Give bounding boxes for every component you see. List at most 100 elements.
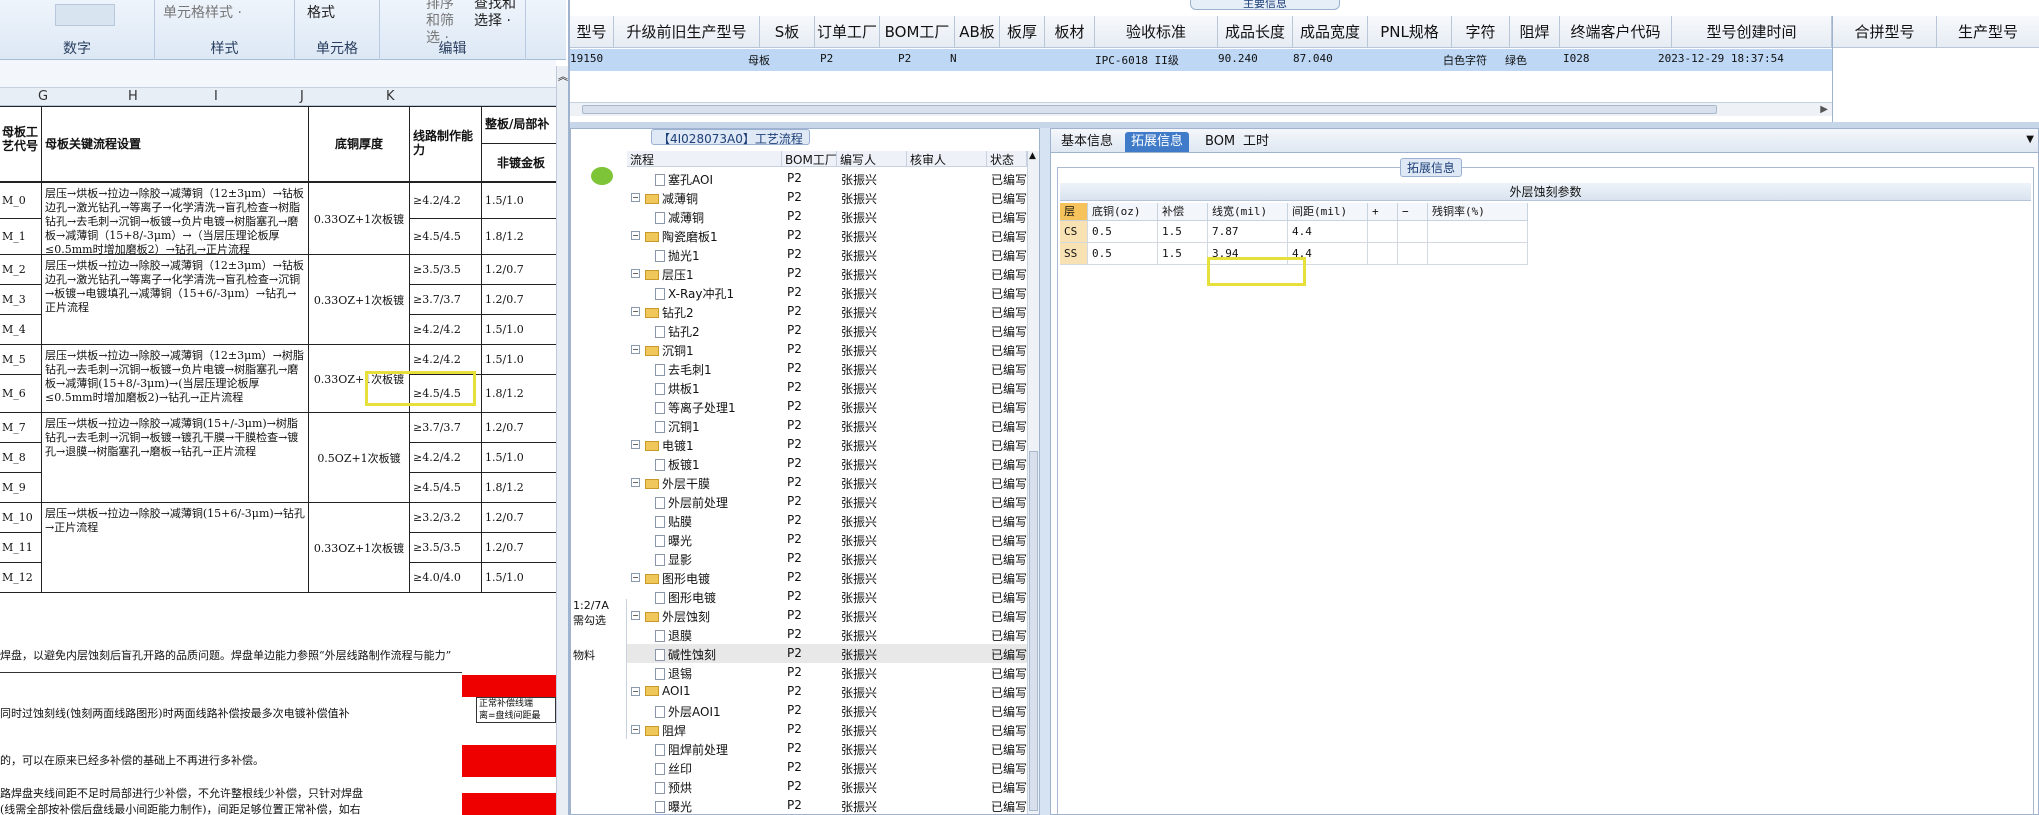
find-select-button[interactable]: 查找和选择 · [474, 0, 524, 30]
compensation-cell[interactable]: 1.5/1.0 [481, 562, 561, 593]
tree-header-flow[interactable]: 流程 [627, 151, 782, 167]
compensation-cell[interactable]: 1.8/1.2 [481, 218, 561, 255]
etching-param-cell[interactable] [1368, 243, 1398, 265]
column-header-k[interactable]: K [386, 89, 395, 104]
main-info-cell-model[interactable]: 19150 [570, 52, 603, 65]
line-capability-cell[interactable]: ≥3.7/3.7 [409, 412, 482, 443]
expand-icon[interactable]: − [631, 269, 640, 278]
process-code-cell[interactable]: M_12 [0, 562, 42, 593]
scroll-up-icon[interactable]: ▲ [1029, 151, 1036, 161]
main-info-hscrollbar[interactable]: ▶ [570, 102, 1832, 116]
line-capability-cell[interactable]: ≥4.0/4.0 [409, 562, 482, 593]
etching-param-header[interactable]: 线宽(mil) [1208, 203, 1288, 221]
process-code-cell[interactable]: M_5 [0, 344, 42, 375]
process-code-cell[interactable]: M_2 [0, 254, 42, 285]
main-info-header[interactable]: 终端客户代码 [1560, 16, 1672, 48]
compensation-cell[interactable]: 1.2/0.7 [481, 254, 561, 285]
process-code-cell[interactable]: M_9 [0, 472, 42, 503]
etching-param-cell[interactable]: 1.5 [1158, 221, 1208, 243]
main-info-header[interactable]: BOM工厂 [880, 16, 955, 48]
main-info-cell-customer[interactable]: I028 [1563, 52, 1590, 65]
main-info-cell-created[interactable]: 2023-12-29 18:37:54 [1658, 52, 1784, 65]
tree-vertical-scrollbar[interactable]: ▲ [1027, 151, 1039, 814]
line-capability-cell[interactable]: ≥3.7/3.7 [409, 284, 482, 315]
main-info-cell-order-factory[interactable]: P2 [820, 52, 833, 65]
line-capability-cell[interactable]: ≥4.2/4.2 [409, 442, 482, 473]
compensation-cell[interactable]: 1.5/1.0 [481, 442, 561, 473]
tree-row[interactable]: 板镀1 P2 张振兴 已编写 [627, 454, 1027, 473]
tree-row[interactable]: 外层AOI1 P2 张振兴 已编写 [627, 701, 1027, 720]
process-code-cell[interactable]: M_1 [0, 218, 42, 255]
main-info-cell-bom-factory[interactable]: P2 [898, 52, 911, 65]
header-line-capability[interactable]: 线路制作能力 [409, 106, 482, 182]
tree-row[interactable]: − 外层干膜 P2 张振兴 已编写 [627, 473, 1027, 492]
header-process-code[interactable]: 母板工艺代号 [0, 106, 42, 182]
main-info-header[interactable]: 板厚 [1000, 16, 1045, 48]
process-code-cell[interactable]: M_0 [0, 182, 42, 219]
etching-param-header[interactable]: 间距(mil) [1288, 203, 1368, 221]
tree-row[interactable]: 减薄铜 P2 张振兴 已编写 [627, 207, 1027, 226]
main-info-header[interactable]: 成品长度 [1218, 16, 1293, 48]
compensation-cell[interactable]: 1.5/1.0 [481, 314, 561, 345]
key-flow-cell[interactable]: 层压→烘板→拉边→除胶→减薄铜(15+6/-3μm)→钻孔→正片流程 [41, 502, 309, 593]
chevron-down-icon[interactable]: ▼ [2026, 134, 2034, 145]
tree-row[interactable]: − AOI1 P2 张振兴 已编写 [627, 682, 1027, 701]
tree-row[interactable]: 去毛刺1 P2 张振兴 已编写 [627, 359, 1027, 378]
expand-icon[interactable]: − [631, 478, 640, 487]
etching-param-cell[interactable]: 0.5 [1088, 221, 1158, 243]
process-code-cell[interactable]: M_3 [0, 284, 42, 315]
tree-header-reviewer[interactable]: 核审人 [907, 151, 987, 167]
main-info-cell-width[interactable]: 87.040 [1293, 52, 1333, 65]
line-capability-cell[interactable]: ≥4.5/4.5 [409, 472, 482, 503]
tree-row[interactable]: 等离子处理1 P2 张振兴 已编写 [627, 397, 1027, 416]
main-info-header[interactable]: 型号创建时间 [1672, 16, 1832, 48]
column-header-g[interactable]: G [38, 89, 48, 104]
tree-row[interactable]: 曝光 P2 张振兴 已编写 [627, 530, 1027, 549]
header-base-copper[interactable]: 底铜厚度 [308, 106, 410, 182]
expand-icon[interactable]: − [631, 725, 640, 734]
tree-row[interactable]: 丝印 P2 张振兴 已编写 [627, 758, 1027, 777]
etching-param-cell[interactable]: CS [1060, 221, 1088, 243]
expand-icon[interactable]: − [631, 440, 640, 449]
comment-icon[interactable] [591, 167, 613, 185]
tab-bom[interactable]: BOM [1199, 132, 1241, 152]
tree-header-writer[interactable]: 编写人 [837, 151, 907, 167]
compensation-cell[interactable]: 1.8/1.2 [481, 374, 561, 413]
tab-work-hours[interactable]: 工时 [1237, 132, 1275, 152]
tree-row[interactable]: 显影 P2 张振兴 已编写 [627, 549, 1027, 568]
tree-row[interactable]: 沉铜1 P2 张振兴 已编写 [627, 416, 1027, 435]
cell-styles-button[interactable]: 单元格样式 · [163, 2, 242, 22]
main-info-header[interactable]: 字符 [1452, 16, 1510, 48]
etching-param-header[interactable]: 残铜率(%) [1428, 203, 1528, 221]
column-header-h[interactable]: H [128, 89, 138, 104]
expand-icon[interactable]: − [631, 611, 640, 620]
header-compensation[interactable]: 整板/局部补 [481, 106, 561, 144]
process-code-cell[interactable]: M_11 [0, 532, 42, 563]
tree-row[interactable]: − 减薄铜 P2 张振兴 已编写 [627, 188, 1027, 207]
line-capability-cell[interactable]: ≥4.5/4.5 [409, 218, 482, 255]
excel-vertical-scrollbar[interactable]: ︽ [556, 66, 568, 815]
etching-param-cell[interactable] [1428, 243, 1528, 265]
tree-row[interactable]: 抛光1 P2 张振兴 已编写 [627, 245, 1027, 264]
main-info-header[interactable]: 订单工厂 [815, 16, 880, 48]
tree-header-bom[interactable]: BOM工厂 [782, 151, 837, 167]
scrollbar-thumb[interactable] [582, 105, 1717, 114]
etching-param-header[interactable]: 底铜(oz) [1088, 203, 1158, 221]
tree-header-status[interactable]: 状态 [987, 151, 1027, 167]
main-info-header[interactable]: S板 [760, 16, 815, 48]
tree-row[interactable]: − 沉铜1 P2 张振兴 已编写 [627, 340, 1027, 359]
main-info-header[interactable]: 板材 [1045, 16, 1095, 48]
tree-row[interactable]: 退膜 P2 张振兴 已编写 [627, 625, 1027, 644]
main-info-cell-length[interactable]: 90.240 [1218, 52, 1258, 65]
etching-param-header[interactable]: 层 [1060, 203, 1088, 221]
base-copper-cell[interactable]: 0.5OZ+1次板镀 [308, 412, 410, 503]
tree-row[interactable]: 碱性蚀刻 P2 张振兴 已编写 [627, 644, 1027, 663]
main-info-cell-standard[interactable]: IPC-6018 II级 [1095, 52, 1179, 68]
main-info-header[interactable]: 型号 [570, 16, 614, 48]
main-info-cell-char[interactable]: 白色字符 [1443, 52, 1487, 68]
column-header-i[interactable]: I [214, 89, 218, 104]
key-flow-cell[interactable]: 层压→烘板→拉边→除胶→减薄铜（12±3μm）→钻板边孔→激光钻孔→等离子→化学… [41, 254, 309, 345]
process-code-cell[interactable]: M_7 [0, 412, 42, 443]
main-info-cell-ab[interactable]: N [950, 52, 957, 65]
etching-param-cell[interactable]: 4.4 [1288, 221, 1368, 243]
